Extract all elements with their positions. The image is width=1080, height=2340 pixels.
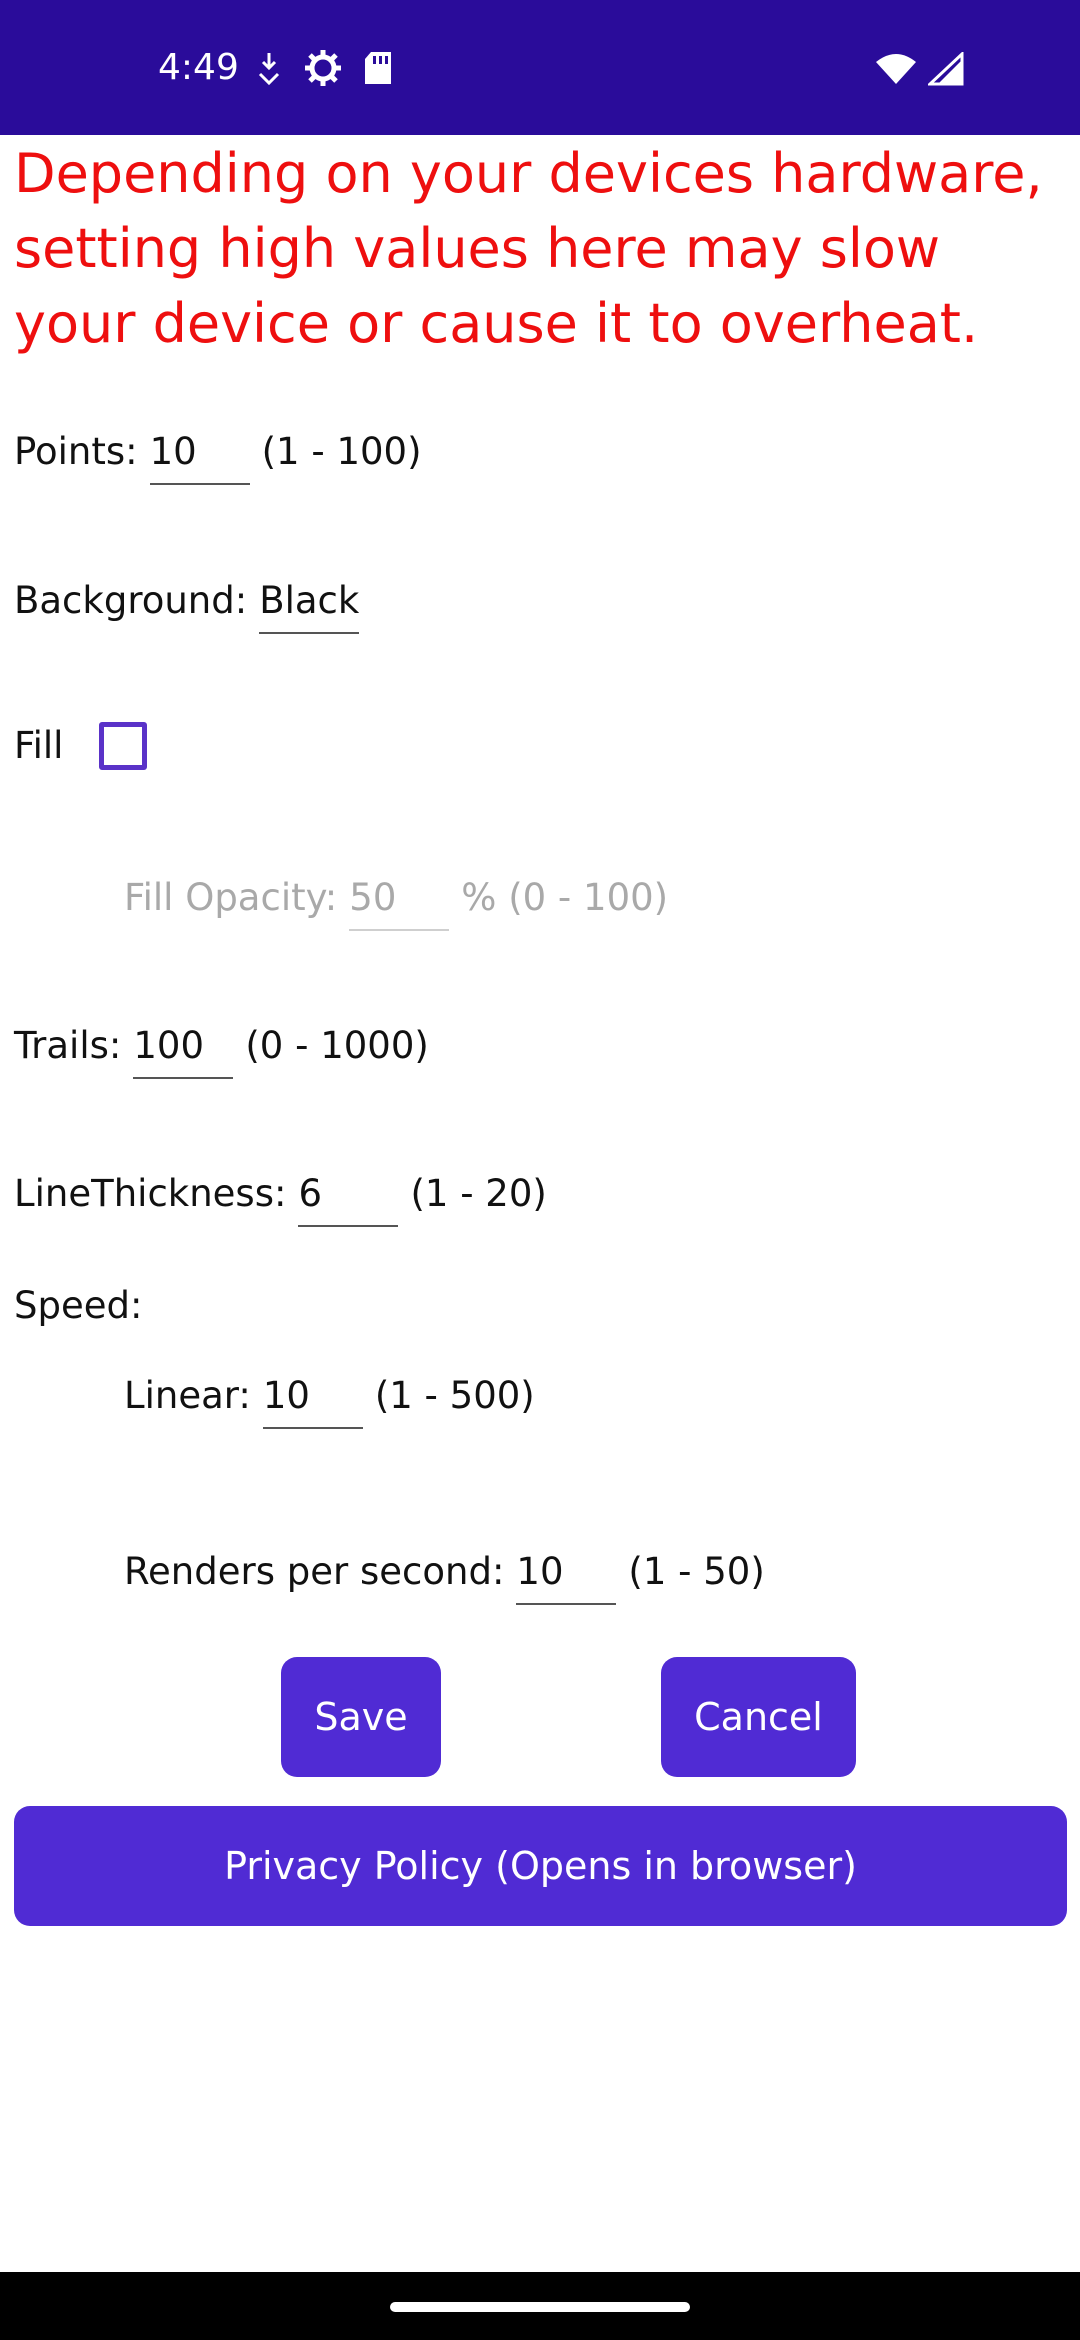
fill-label: Fill — [14, 724, 64, 767]
points-input[interactable] — [149, 430, 250, 485]
status-icons-left — [255, 48, 393, 92]
points-range: (1 - 100) — [261, 429, 422, 473]
linear-input[interactable] — [262, 1374, 363, 1429]
renders-label: Renders per second: — [124, 1549, 505, 1593]
points-label: Points: — [14, 429, 138, 473]
renders-input[interactable] — [516, 1550, 617, 1605]
save-button[interactable]: Save — [281, 1657, 441, 1777]
gear-icon — [303, 48, 343, 92]
fill-opacity-row: Fill Opacity: % (0 - 100) — [124, 864, 668, 931]
background-row: Background: — [14, 567, 360, 634]
trails-label: Trails: — [14, 1023, 122, 1067]
trails-input[interactable] — [133, 1024, 234, 1079]
cell-signal-icon — [926, 50, 964, 90]
warning-message: Depending on your devices hardware, sett… — [14, 142, 1043, 355]
status-bar: 4:49 — [0, 0, 1080, 135]
fill-opacity-input — [349, 876, 450, 931]
sd-card-icon — [363, 50, 393, 90]
linear-row: Linear: (1 - 500) — [124, 1362, 535, 1429]
fill-row: Fill — [14, 722, 148, 770]
line-thickness-input[interactable] — [298, 1172, 399, 1227]
download-arrow-icon — [255, 50, 283, 90]
status-icons-right — [874, 50, 964, 90]
privacy-policy-button[interactable]: Privacy Policy (Opens in browser) — [14, 1806, 1067, 1926]
renders-row: Renders per second: (1 - 50) — [124, 1538, 765, 1605]
line-thickness-range: (1 - 20) — [410, 1171, 547, 1215]
home-handle[interactable] — [390, 2302, 690, 2312]
linear-label: Linear: — [124, 1373, 251, 1417]
settings-screen: 4:49 Depending on your devices hardware,… — [0, 0, 1080, 2340]
background-label: Background: — [14, 578, 248, 622]
linear-range: (1 - 500) — [374, 1373, 535, 1417]
renders-range: (1 - 50) — [628, 1549, 765, 1593]
points-row: Points: (1 - 100) — [14, 418, 422, 485]
line-thickness-label: LineThickness: — [14, 1171, 287, 1215]
cancel-button[interactable]: Cancel — [661, 1657, 856, 1777]
status-time: 4:49 — [158, 47, 239, 88]
wifi-icon — [874, 52, 918, 90]
fill-opacity-label: Fill Opacity: — [124, 875, 338, 919]
fill-checkbox[interactable] — [99, 722, 148, 770]
speed-row: Speed: — [14, 1282, 142, 1330]
fill-opacity-range: % (0 - 100) — [461, 875, 669, 919]
speed-label: Speed: — [14, 1284, 143, 1327]
line-thickness-row: LineThickness: (1 - 20) — [14, 1160, 547, 1227]
trails-range: (0 - 1000) — [245, 1023, 429, 1067]
trails-row: Trails: (0 - 1000) — [14, 1012, 429, 1079]
background-input[interactable] — [259, 579, 360, 634]
